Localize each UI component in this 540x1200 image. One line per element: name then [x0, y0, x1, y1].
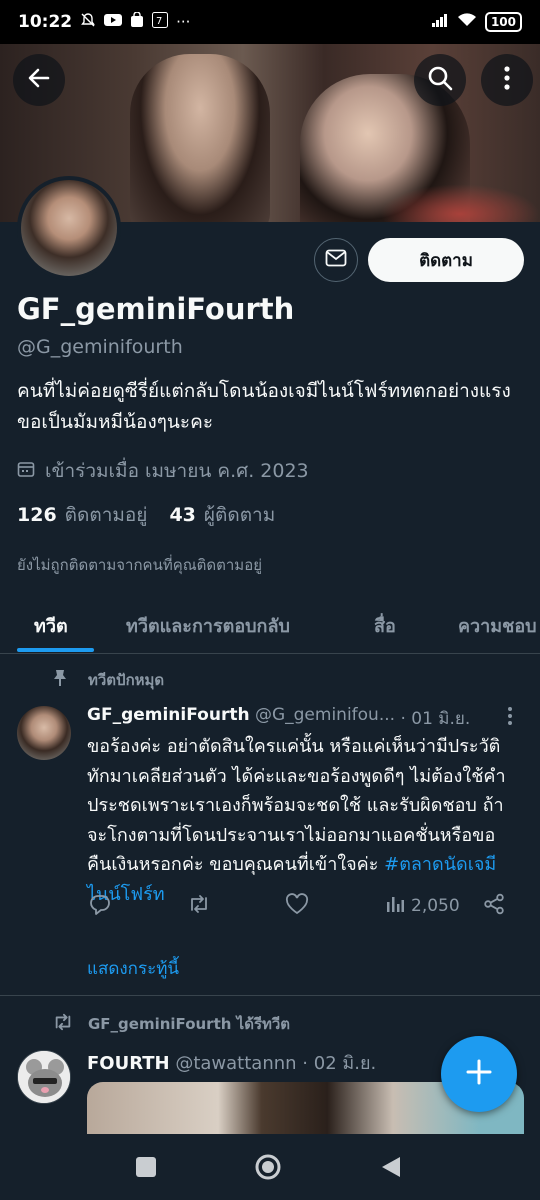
tab-likes[interactable]: ความชอบ: [458, 611, 537, 640]
joined-text: เข้าร่วมเมื่อ เมษายน ค.ศ. 2023: [45, 460, 309, 482]
system-back-button[interactable]: [380, 1155, 402, 1183]
status-time: 10:22: [18, 12, 73, 32]
retweet-button[interactable]: [187, 893, 211, 920]
banner-glow: [380, 184, 540, 222]
tweet-author-handle: @tawattannn: [175, 1053, 297, 1074]
tweet-date[interactable]: · 01 มิ.ย.: [400, 705, 470, 732]
calendar-icon: [17, 460, 35, 483]
tweet-author-name[interactable]: FOURTH: [87, 1053, 170, 1074]
retweet-icon: [187, 893, 211, 920]
back-button[interactable]: [13, 54, 65, 106]
follow-button[interactable]: ติดตาม: [368, 238, 524, 282]
recents-button[interactable]: [135, 1156, 157, 1182]
youtube-icon: [104, 13, 123, 31]
tweet-author-handle: @G_geminifou...: [254, 705, 396, 725]
following-label: ติดตามอยู่: [64, 504, 148, 526]
retweeted-label: GF_geminiFourth ได้รีทวีต: [52, 1012, 290, 1036]
signal-icon: [431, 12, 449, 33]
search-button[interactable]: [414, 54, 466, 106]
system-nav-bar: [0, 1134, 540, 1200]
shopping-bag-icon: [130, 11, 144, 32]
followers-count: 43: [169, 504, 196, 526]
pinned-text: ทวีตปักหมุด: [88, 671, 165, 689]
battery-indicator: 100: [484, 12, 522, 32]
compose-plus-icon: [465, 1058, 493, 1090]
tweet-more-button[interactable]: [506, 706, 514, 730]
active-tab-indicator: [17, 648, 94, 652]
tweet-author-name[interactable]: GF_geminiFourth: [87, 705, 250, 732]
tweet-avatar[interactable]: [17, 1050, 71, 1104]
svg-text:7: 7: [156, 16, 162, 27]
like-button[interactable]: [285, 892, 309, 920]
tab-tweets-and-replies[interactable]: ทวีตและการตอบกลับ: [126, 611, 290, 640]
share-icon: [483, 893, 505, 920]
share-button[interactable]: [483, 893, 505, 920]
more-options-button[interactable]: [481, 54, 533, 106]
seven-eleven-icon: 7: [152, 12, 169, 32]
followers-link[interactable]: 43 ผู้ติดตาม: [169, 500, 275, 530]
tweet-date[interactable]: · 02 มิ.ย.: [302, 1053, 376, 1074]
retweet-icon: [52, 1012, 74, 1036]
following-link[interactable]: 126 ติดตามอยู่: [17, 500, 147, 530]
joined-date: เข้าร่วมเมื่อ เมษายน ค.ศ. 2023: [17, 456, 309, 486]
follow-counts: 126 ติดตามอยู่ 43 ผู้ติดตาม: [17, 500, 275, 530]
status-bar: 10:22 7 ··· 100: [0, 0, 540, 44]
reply-button[interactable]: [89, 893, 111, 920]
tab-tweets[interactable]: ทวีต: [34, 611, 68, 640]
tweet-body: ขอร้องค่ะ อย่าตัดสินใครแค่นั้น หรือแค่เห…: [87, 732, 517, 909]
search-icon: [426, 64, 454, 96]
profile-handle: @G_geminifourth: [17, 336, 183, 358]
not-followed-note: ยังไม่ถูกติดตามจากคนที่คุณติดตามอยู่: [17, 556, 262, 574]
tweet-avatar[interactable]: [17, 706, 71, 760]
home-button[interactable]: [254, 1153, 282, 1185]
bio-line: คนที่ไม่ค่อยดูซีรี่ย์แต่กลับโดนน้องเจมีไ…: [17, 380, 511, 402]
wifi-icon: [457, 12, 477, 33]
views-count: 2,050: [411, 896, 460, 916]
back-arrow-icon: [26, 65, 52, 95]
message-button[interactable]: [314, 238, 358, 282]
more-vertical-icon: [506, 707, 514, 730]
circle-home-icon: [254, 1154, 282, 1185]
show-thread-link[interactable]: แสดงกระทู้นี้: [87, 955, 179, 982]
status-more: ···: [176, 13, 191, 31]
pin-icon: [52, 669, 68, 691]
square-icon: [135, 1157, 157, 1182]
retweeted-text[interactable]: GF_geminiFourth ได้รีทวีต: [88, 1012, 290, 1036]
bio-line: ขอเป็นมัมหมีน้องๆนะคะ: [17, 411, 214, 433]
banner-figure-left: [130, 54, 270, 222]
more-vertical-icon: [503, 65, 511, 95]
tweet-divider: [0, 995, 540, 996]
tweet-header: FOURTH @tawattannn · 02 มิ.ย.: [87, 1048, 376, 1077]
reply-icon: [89, 893, 111, 920]
tab-media[interactable]: สื่อ: [374, 611, 396, 640]
profile-avatar[interactable]: [17, 176, 121, 280]
like-icon: [285, 892, 309, 920]
mail-icon: [325, 249, 347, 271]
tweet-header: GF_geminiFourth @G_geminifou... · 01 มิ.…: [87, 705, 527, 732]
analytics-icon: [385, 894, 405, 919]
triangle-back-icon: [380, 1157, 402, 1183]
profile-display-name: GF_geminiFourth: [17, 292, 295, 326]
profile-bio: คนที่ไม่ค่อยดูซีรี่ย์แต่กลับโดนน้องเจมีไ…: [17, 376, 527, 438]
following-count: 126: [17, 504, 57, 526]
profile-tabs: ทวีต ทวีตและการตอบกลับ สื่อ ความชอบ: [0, 596, 540, 654]
compose-button[interactable]: [441, 1036, 517, 1112]
views-button[interactable]: 2,050: [385, 894, 460, 919]
pinned-label: ทวีตปักหมุด: [52, 668, 164, 692]
followers-label: ผู้ติดตาม: [203, 504, 276, 526]
mute-bell-icon: [80, 12, 96, 32]
